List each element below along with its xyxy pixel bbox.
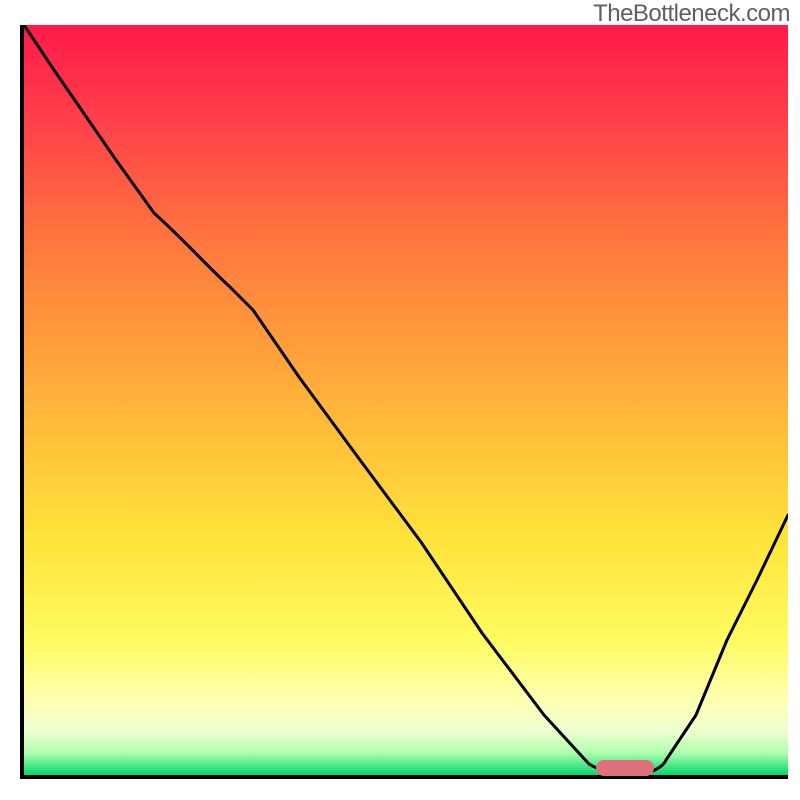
bottleneck-chart: TheBottleneck.com <box>0 0 800 800</box>
watermark-text: TheBottleneck.com <box>593 0 790 28</box>
optimal-marker <box>596 760 654 776</box>
bottleneck-curve <box>24 25 788 775</box>
plot-area <box>20 25 788 779</box>
